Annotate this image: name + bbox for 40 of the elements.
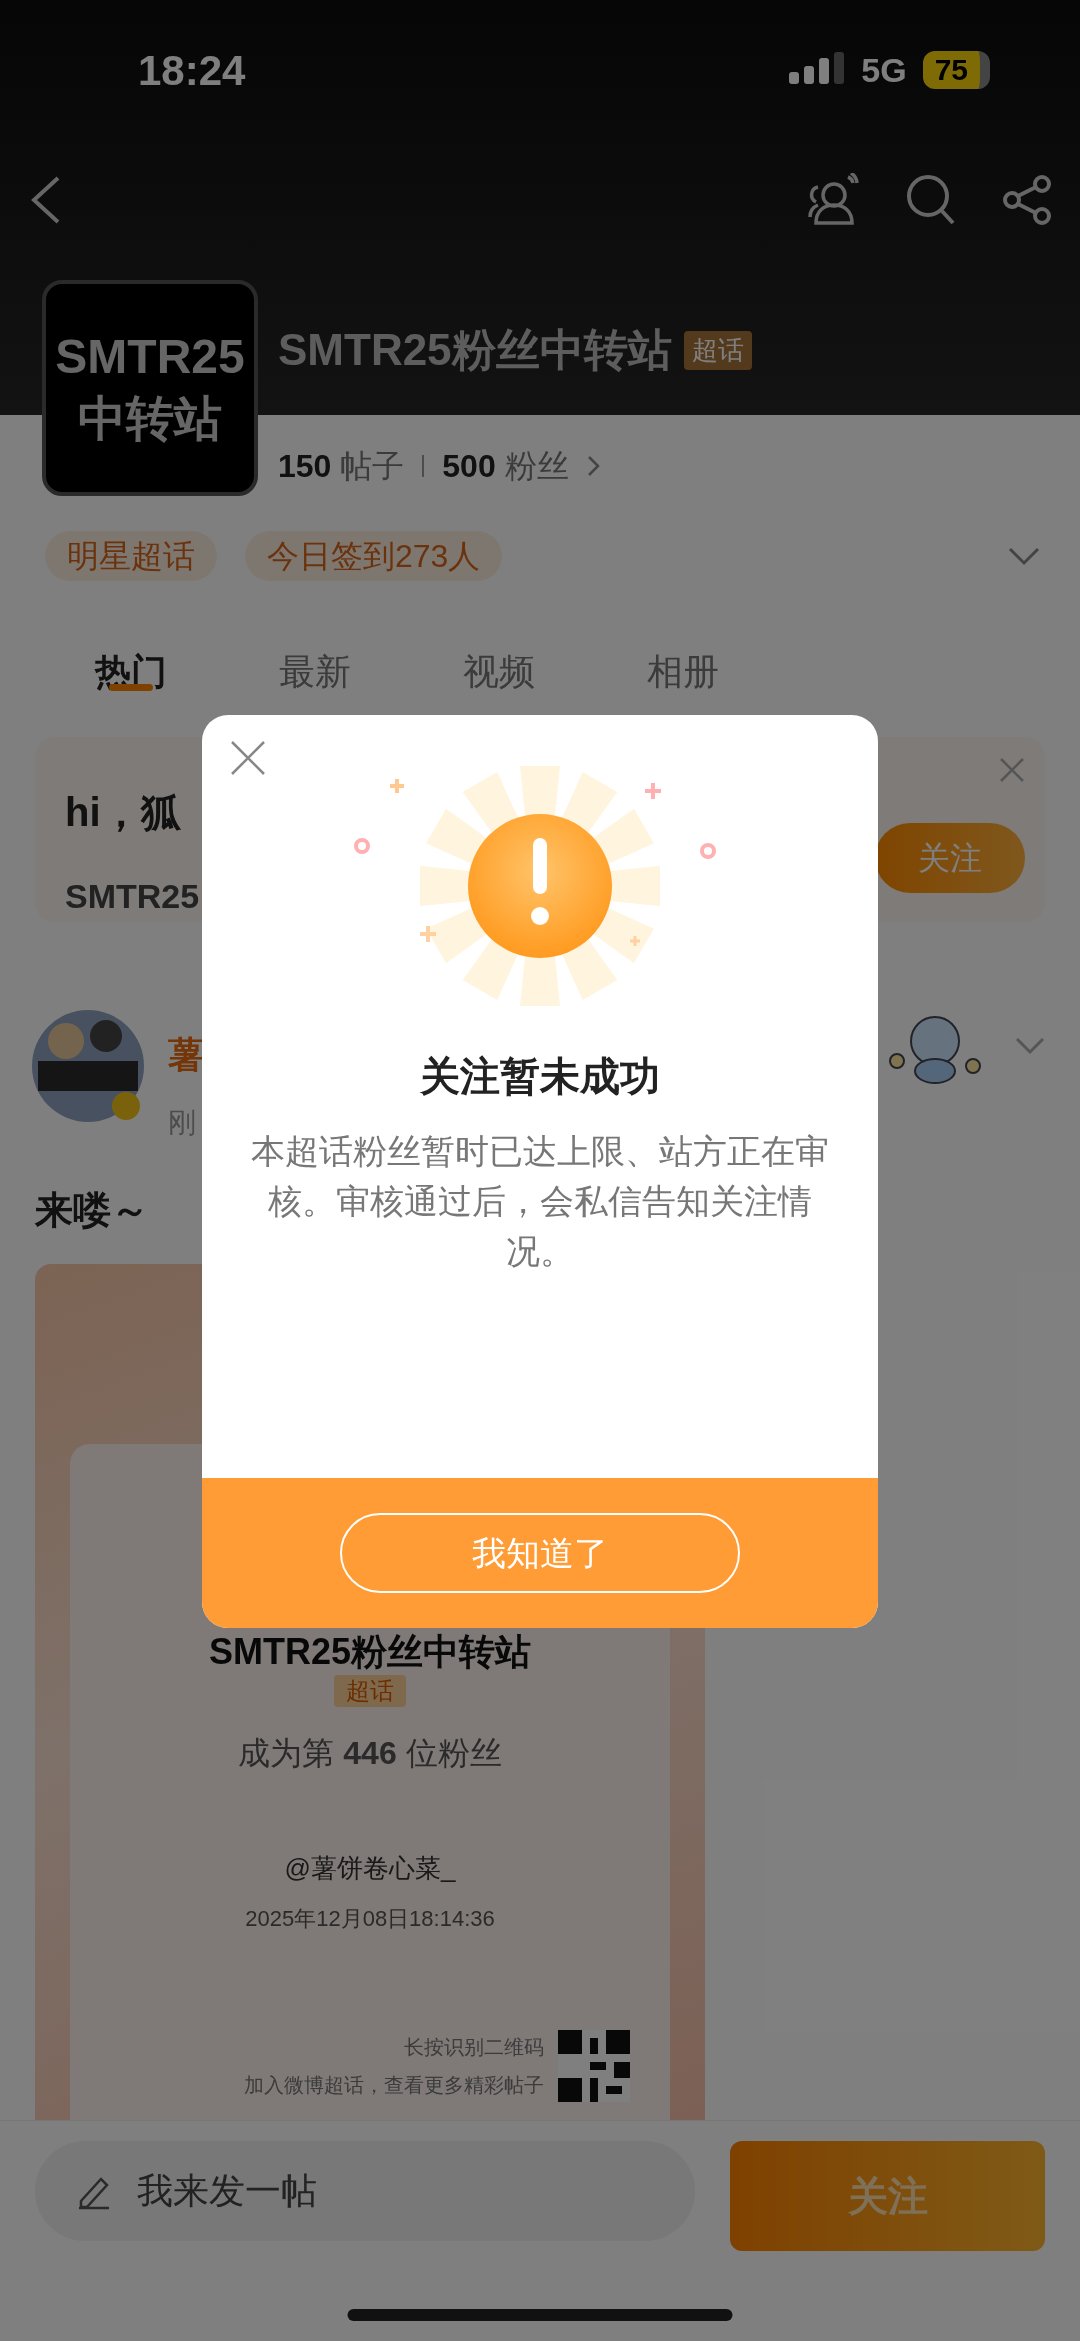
share-user: @薯饼卷心菜_: [284, 1852, 456, 1885]
qr-hint: 长按识别二维码: [404, 2035, 544, 2060]
topic-badge: 超话: [683, 330, 752, 370]
tab[interactable]: 相册: [647, 645, 719, 699]
share-icon[interactable]: [1002, 175, 1052, 225]
avatar-text: SMTR25: [55, 329, 245, 385]
acknowledge-button[interactable]: 我知道了: [340, 1513, 740, 1593]
post-author: 薯: [168, 1033, 204, 1077]
tab[interactable]: 最新: [279, 645, 351, 699]
compose-label: 我来发一帖: [137, 2169, 317, 2213]
topic-name: SMTR25粉丝中转站: [278, 324, 672, 376]
welcome-subtitle: SMTR25: [65, 876, 200, 917]
post-text: 来喽～: [35, 1188, 149, 1233]
close-icon[interactable]: [230, 740, 266, 776]
welcome-greeting: hi，狐: [65, 789, 181, 836]
tab[interactable]: 视频: [463, 645, 535, 699]
share-rank: 成为第 446 位粉丝: [238, 1734, 502, 1773]
share-topic: SMTR25粉丝中转站: [209, 1631, 531, 1673]
share-badge: 超话: [334, 1675, 406, 1707]
qr-code-icon: [558, 2030, 630, 2102]
dialog-title: 关注暂未成功: [420, 1053, 660, 1100]
topic-tag[interactable]: 今日签到273人: [245, 531, 503, 581]
chevron-down-icon[interactable]: [1015, 1037, 1045, 1055]
avatar-text: 中转站: [78, 391, 222, 447]
dialog-message: 本超话粉丝暂时已达上限、站方正在审核。审核通过后，会私信告知关注情况。: [250, 1131, 830, 1272]
status-time: 18:24: [138, 45, 246, 96]
topic-stat: 500 粉丝: [442, 447, 569, 486]
share-date: 2025年12月08日18:14:36: [245, 1905, 495, 1933]
topic-stat: 150 帖子: [278, 447, 405, 486]
compose-button[interactable]: 我来发一帖: [35, 2141, 695, 2241]
close-icon[interactable]: [999, 757, 1025, 783]
battery-level: 75: [922, 51, 990, 89]
follow-button[interactable]: 关注: [875, 823, 1025, 893]
qr-note: 加入微博超话，查看更多精彩帖子: [244, 2073, 544, 2098]
topic-tag[interactable]: 明星超话: [45, 531, 217, 581]
expand-icon[interactable]: [1008, 546, 1040, 566]
chevron-right-icon[interactable]: [586, 454, 601, 478]
search-icon[interactable]: [906, 174, 956, 226]
network-label: 5G: [861, 49, 907, 91]
follow-button[interactable]: 关注: [730, 2141, 1045, 2251]
